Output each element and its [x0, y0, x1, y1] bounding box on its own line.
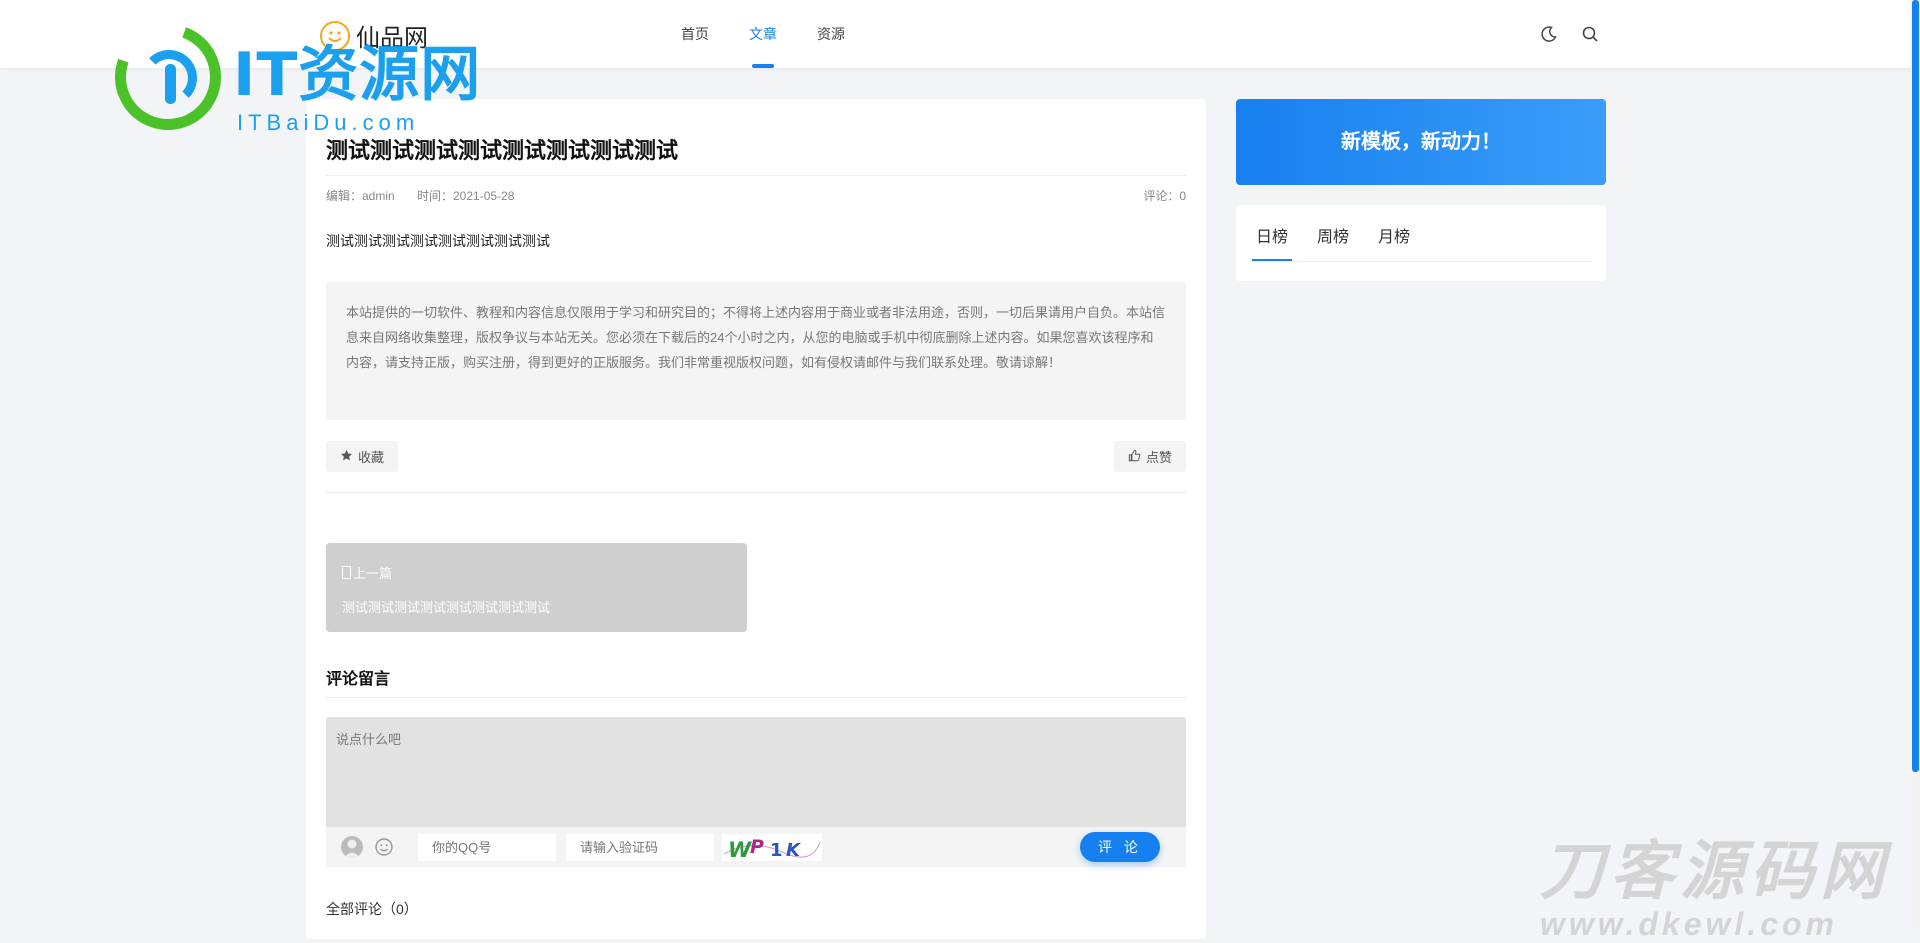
- nav-resources[interactable]: 资源: [817, 0, 845, 68]
- avatar: [341, 836, 363, 858]
- divider: [326, 175, 1186, 176]
- search-icon[interactable]: [1580, 24, 1600, 44]
- promo-banner[interactable]: 新模板，新动力！: [1236, 99, 1606, 185]
- nav-home[interactable]: 首页: [681, 0, 709, 68]
- submit-comment-button[interactable]: 评 论: [1080, 832, 1160, 862]
- favorite-label: 收藏: [358, 450, 385, 465]
- article-editor: 编辑：admin: [326, 189, 395, 203]
- captcha-input[interactable]: [566, 834, 714, 861]
- smile-logo-icon: [320, 20, 350, 51]
- divider: [1250, 261, 1592, 262]
- article-card: 测试测试测试测试测试测试测试测试 编辑：admin 时间：2021-05-28 …: [306, 99, 1206, 939]
- moon-icon[interactable]: [1539, 24, 1559, 44]
- previous-post-label: 上一篇: [342, 563, 392, 582]
- dkewl-watermark: 刀客源码网 www.dkewl.com: [1540, 820, 1910, 942]
- qq-number-input[interactable]: [418, 834, 556, 861]
- site-logo[interactable]: 仙品网: [320, 18, 428, 53]
- previous-post-title: 测试测试测试测试测试测试测试测试: [342, 600, 551, 615]
- site-header: 仙品网 首页 文章 资源: [0, 0, 1920, 68]
- tab-daily[interactable]: 日榜: [1251, 223, 1293, 261]
- copyright-notice: 本站提供的一切软件、教程和内容信息仅限用于学习和研究目的；不得将上述内容用于商业…: [326, 282, 1186, 420]
- comment-toolbar: W P 1 K 评 论: [326, 827, 1186, 867]
- tab-monthly[interactable]: 月榜: [1378, 223, 1410, 261]
- ranking-card: 日榜 周榜 月榜: [1236, 205, 1606, 281]
- all-comments-heading: 全部评论（0）: [326, 901, 418, 917]
- thumbs-up-icon: [1128, 449, 1141, 465]
- watermark-subtitle: www.dkewl.com: [1540, 906, 1838, 942]
- emoji-icon[interactable]: [374, 837, 394, 857]
- svg-text:1: 1: [770, 840, 783, 861]
- article-comment-count: 评论：0: [1143, 189, 1186, 203]
- article-title: 测试测试测试测试测试测试测试测试: [326, 138, 679, 163]
- divider: [326, 492, 1186, 493]
- previous-post-card[interactable]: 上一篇 测试测试测试测试测试测试测试测试: [326, 543, 747, 632]
- comments-section-title: 评论留言: [326, 671, 391, 688]
- divider: [326, 697, 1186, 698]
- comment-placeholder: 说点什么吧: [336, 732, 402, 747]
- watermark-bar-icon: [165, 64, 176, 104]
- missing-glyph-icon: [342, 566, 351, 579]
- nav-articles[interactable]: 文章: [749, 0, 777, 68]
- site-logo-text: 仙品网: [356, 25, 428, 52]
- favorite-button[interactable]: 收藏: [326, 441, 399, 472]
- svg-text:K: K: [786, 840, 802, 861]
- article-lead: 测试测试测试测试测试测试测试测试: [326, 233, 550, 249]
- like-button[interactable]: 点赞: [1113, 441, 1186, 472]
- captcha-image[interactable]: W P 1 K: [722, 834, 822, 862]
- article-time: 时间：2021-05-28: [417, 189, 515, 203]
- watermark-title: 刀客源码网: [1540, 835, 1890, 909]
- like-label: 点赞: [1145, 450, 1172, 465]
- comment-textarea[interactable]: 说点什么吧: [326, 717, 1186, 827]
- scrollbar-thumb[interactable]: [1912, 0, 1919, 772]
- svg-text:P: P: [750, 836, 764, 858]
- main-nav: 首页 文章 资源: [681, 0, 885, 68]
- tab-weekly[interactable]: 周榜: [1317, 223, 1349, 261]
- star-icon: [340, 449, 353, 465]
- svg-text:W: W: [728, 838, 752, 861]
